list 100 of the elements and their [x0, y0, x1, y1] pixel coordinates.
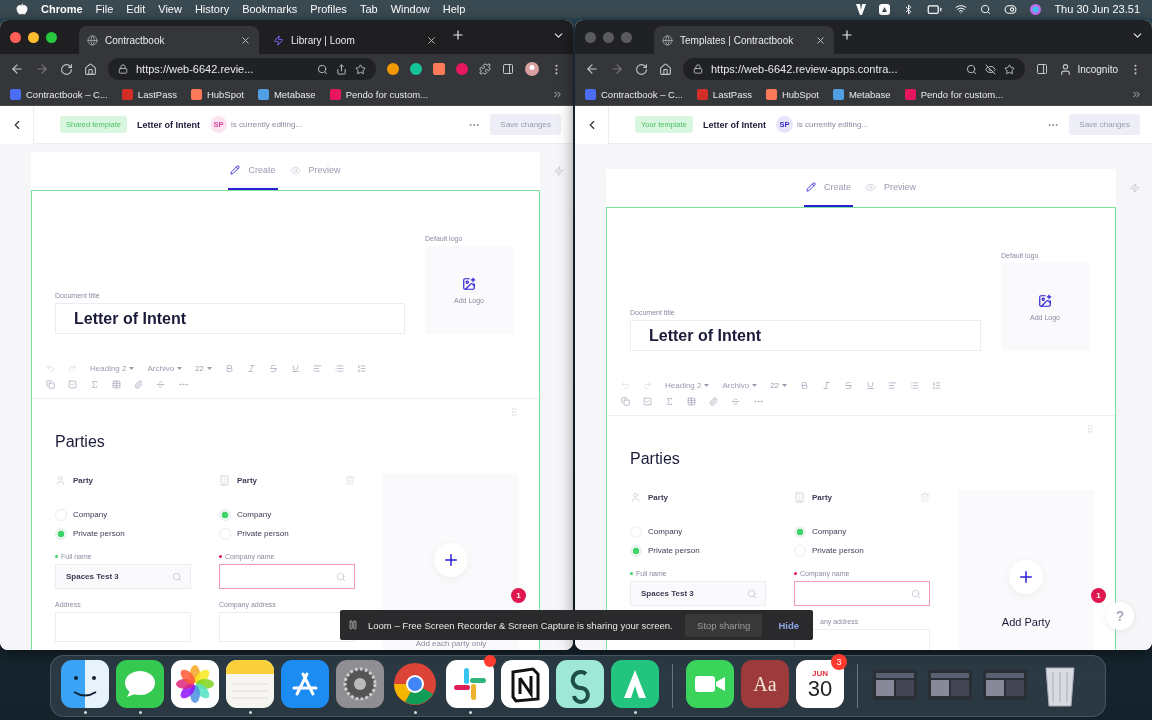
window-control[interactable] [46, 31, 57, 43]
browser-tab[interactable]: Contractbook [79, 26, 259, 54]
menu-item[interactable]: Bookmarks [242, 3, 298, 15]
bookmark[interactable]: HubSpot [765, 89, 819, 100]
side-panel-icon[interactable] [502, 63, 514, 75]
bookmark[interactable]: LastPass [121, 89, 177, 100]
search-icon[interactable] [966, 63, 978, 75]
bookmark[interactable]: LastPass [696, 89, 752, 100]
pause-icon[interactable] [348, 620, 358, 630]
bookmark[interactable]: Pendo for custom... [904, 89, 1004, 100]
puzzle-icon[interactable] [479, 63, 491, 75]
radio-option[interactable]: Private person [55, 524, 191, 543]
menu-item[interactable]: File [95, 3, 114, 15]
browser-tab[interactable]: Templates | Contractbook [654, 26, 834, 54]
radio-button[interactable] [219, 508, 231, 521]
notes-icon[interactable] [226, 660, 274, 708]
name-field[interactable] [219, 564, 355, 589]
bookmark[interactable]: Pendo for custom... [329, 89, 429, 100]
bookmark[interactable]: Contractbook – C... [585, 89, 683, 100]
browser-tab[interactable]: Library | Loom [265, 26, 445, 54]
wifi-icon[interactable] [955, 3, 968, 15]
menu-item[interactable]: Help [442, 3, 466, 15]
hide-button[interactable]: Hide [772, 618, 805, 632]
radio-button[interactable] [630, 544, 642, 557]
dictionary-icon[interactable]: Aa [741, 660, 789, 708]
app-menu[interactable]: Chrome [41, 3, 83, 15]
menu-item[interactable]: Profiles [310, 3, 347, 15]
app-store-icon[interactable] [281, 660, 329, 708]
reload-icon[interactable] [60, 62, 73, 76]
radio-option[interactable]: Company [219, 505, 355, 524]
extension-icon[interactable] [387, 63, 399, 75]
extension-icon[interactable] [456, 63, 468, 75]
siri-icon[interactable] [1030, 3, 1042, 15]
star-icon[interactable] [1004, 63, 1016, 75]
bookmark[interactable]: Contractbook – C... [10, 89, 108, 100]
name-field[interactable]: Spaces Test 3 [55, 564, 191, 589]
close-icon[interactable] [815, 34, 826, 46]
eye-off-icon[interactable] [985, 63, 997, 75]
chrome-icon[interactable] [391, 660, 439, 708]
clock[interactable]: Thu 30 Jun 23.51 [1054, 3, 1140, 15]
radio-button[interactable] [55, 527, 67, 540]
menu-item[interactable]: Tab [359, 3, 378, 15]
add-party-button[interactable] [1009, 560, 1043, 594]
video-camera-icon[interactable] [686, 660, 734, 708]
checkbox-icon[interactable] [68, 380, 77, 389]
close-icon[interactable] [240, 34, 251, 46]
slack-icon[interactable] [446, 660, 494, 708]
drag-handle-icon[interactable] [509, 407, 519, 417]
stop-sharing-button[interactable]: Stop sharing [685, 613, 763, 637]
new-tab-icon[interactable] [840, 28, 854, 42]
menu-item[interactable]: Edit [126, 3, 146, 15]
radio-option[interactable]: Company [55, 505, 191, 524]
profile-avatar[interactable] [525, 62, 539, 76]
address-bar[interactable]: https://web-6642.revie... [108, 58, 376, 80]
messages-icon[interactable] [116, 660, 164, 708]
incognito-label[interactable]: Incognito [1059, 62, 1118, 76]
more-bookmarks-icon[interactable] [552, 89, 563, 100]
apple-icon[interactable] [16, 3, 28, 15]
bookmark[interactable]: Metabase [832, 89, 891, 100]
window-control[interactable] [28, 31, 39, 43]
radio-option[interactable]: Private person [794, 541, 930, 560]
paperclip-icon[interactable] [134, 380, 143, 389]
spaces-icon[interactable] [556, 660, 604, 708]
checkbox-icon[interactable] [643, 397, 652, 406]
menu-item[interactable]: Window [390, 3, 430, 15]
name-field[interactable]: Spaces Test 3 [630, 581, 766, 606]
control-center-icon[interactable] [1004, 2, 1018, 16]
search-icon[interactable] [317, 63, 328, 75]
new-tab-icon[interactable] [451, 28, 465, 42]
app-status-icon[interactable] [879, 3, 891, 15]
drag-handle-icon[interactable] [1085, 424, 1095, 434]
window-control[interactable] [10, 31, 21, 43]
menu-item[interactable]: History [194, 3, 230, 15]
name-field[interactable] [794, 581, 930, 606]
paperclip-icon[interactable] [709, 397, 718, 406]
menu-item[interactable]: View [158, 3, 182, 15]
finder-icon[interactable] [61, 660, 109, 708]
side-panel-icon[interactable] [1036, 63, 1049, 75]
photos-icon[interactable] [171, 660, 219, 708]
title-field[interactable]: Letter of Intent [630, 320, 981, 351]
home-icon[interactable] [84, 62, 97, 76]
title-field[interactable]: Letter of Intent [55, 303, 405, 334]
back-icon[interactable] [10, 62, 24, 76]
radio-option[interactable]: Company [794, 522, 930, 541]
vpn-icon[interactable] [856, 3, 867, 15]
bookmark[interactable]: HubSpot [190, 89, 244, 100]
star-icon[interactable] [355, 63, 366, 75]
home-icon[interactable] [659, 62, 672, 76]
share-icon[interactable] [336, 63, 347, 75]
radio-button[interactable] [794, 525, 806, 538]
more-bookmarks-icon[interactable] [1131, 89, 1142, 100]
settings-icon[interactable] [336, 660, 384, 708]
forward-icon[interactable] [610, 62, 624, 76]
search-icon[interactable] [980, 3, 992, 15]
radio-option[interactable]: Company [630, 522, 766, 541]
close-icon[interactable] [426, 34, 437, 46]
app-icon[interactable] [611, 660, 659, 708]
extension-icon[interactable] [433, 63, 445, 75]
bookmark[interactable]: Metabase [257, 89, 316, 100]
address-bar[interactable]: https://web-6642.review-apps.contra... [683, 58, 1026, 80]
